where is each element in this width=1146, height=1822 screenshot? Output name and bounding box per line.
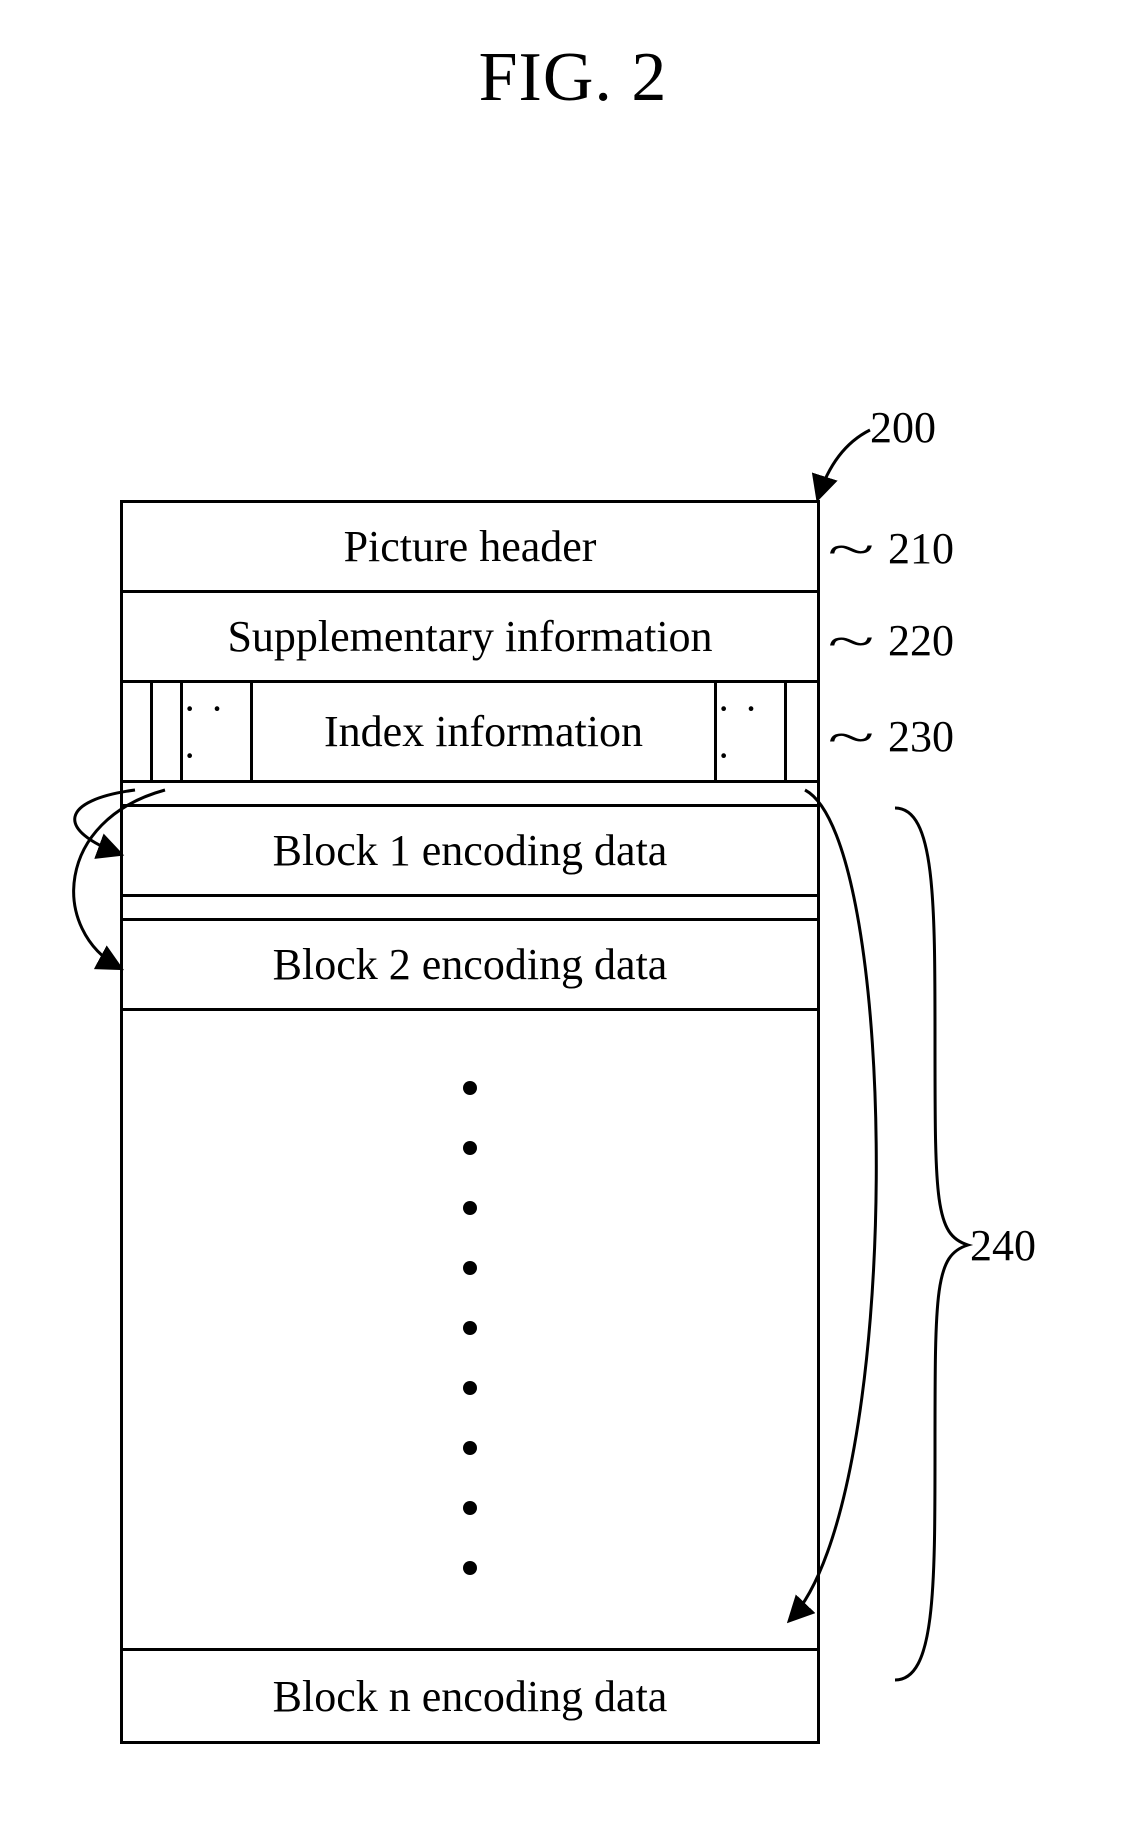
- index-slot-2: [153, 683, 183, 780]
- ref-210: 210: [888, 523, 954, 574]
- brace-240-icon: [895, 808, 968, 1680]
- vdot-icon: [463, 1261, 477, 1275]
- vdot-icon: [463, 1201, 477, 1215]
- row-index-info: · · · Index information · · ·: [123, 683, 817, 783]
- index-right-ellipsis: · · ·: [717, 683, 787, 780]
- index-left-ellipsis: · · ·: [183, 683, 253, 780]
- vdot-icon: [463, 1141, 477, 1155]
- gap-before-block1: [123, 783, 817, 807]
- figure-title: FIG. 2: [0, 38, 1146, 118]
- ref-220: 220: [888, 615, 954, 666]
- bitstream-structure: Picture header Supplementary information…: [120, 500, 820, 1744]
- tilde-icon: ~: [828, 710, 875, 765]
- leader-200: [818, 430, 870, 498]
- row-block-1: Block 1 encoding data: [123, 807, 817, 897]
- vdot-icon: [463, 1081, 477, 1095]
- vdot-icon: [463, 1501, 477, 1515]
- vdot-icon: [463, 1441, 477, 1455]
- ref-200: 200: [870, 402, 936, 453]
- row-block-n: Block n encoding data: [123, 1651, 817, 1741]
- index-slot-n: [787, 683, 817, 780]
- row-block-2: Block 2 encoding data: [123, 921, 817, 1011]
- row-supplementary-info: Supplementary information: [123, 593, 817, 683]
- gap-before-block2: [123, 897, 817, 921]
- vdot-icon: [463, 1321, 477, 1335]
- row-omitted-blocks: [123, 1011, 817, 1651]
- vdot-icon: [463, 1381, 477, 1395]
- tilde-icon: ~: [828, 522, 875, 577]
- ref-230: 230: [888, 711, 954, 762]
- tilde-icon: ~: [828, 614, 875, 669]
- row-picture-header: Picture header: [123, 503, 817, 593]
- ref-240: 240: [970, 1220, 1036, 1271]
- index-label: Index information: [253, 683, 717, 780]
- index-slot-1: [123, 683, 153, 780]
- vdot-icon: [463, 1561, 477, 1575]
